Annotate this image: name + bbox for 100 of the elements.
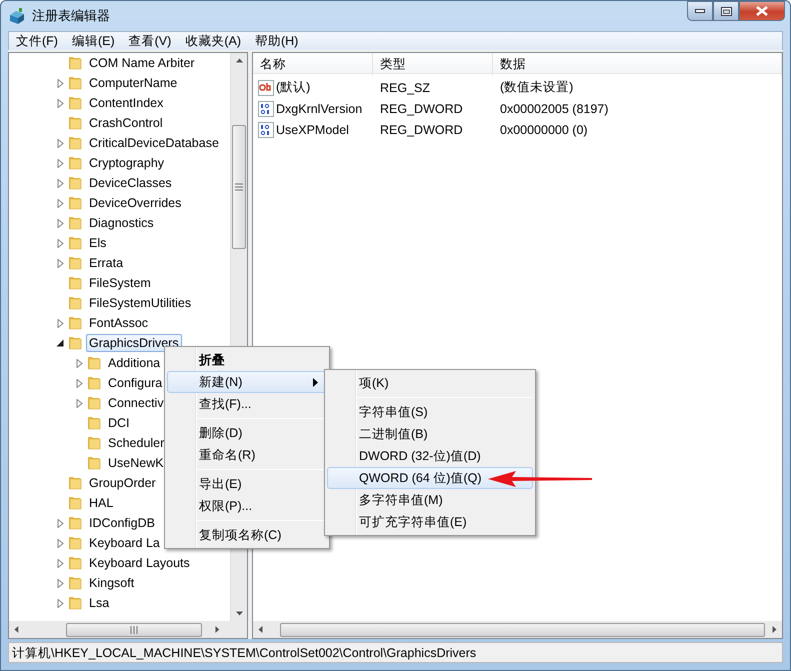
tree-row[interactable]: ContentIndex [9,93,230,113]
tree-item[interactable]: CrashControl [86,114,166,132]
scroll-right-icon[interactable] [771,626,778,633]
tree-item[interactable]: DeviceClasses [86,174,175,192]
tree-row[interactable]: FileSystemUtilities [9,293,230,313]
scroll-down-icon[interactable] [236,610,242,617]
menu-bar-item[interactable]: 帮助(H) [248,32,306,50]
tree-row[interactable]: Errata [9,253,230,273]
tree-row[interactable]: Keyboard Layouts [9,553,230,573]
column-header[interactable]: 类型 [373,53,493,76]
tree-item[interactable]: Kingsoft [86,574,138,592]
expand-icon[interactable] [76,398,82,408]
column-header[interactable]: 数据 [493,53,782,76]
menu-item[interactable]: 新建(N) [167,371,327,393]
expand-icon[interactable] [56,558,64,568]
expand-icon[interactable] [56,318,64,328]
value-name[interactable]: (默认) [276,79,310,96]
minimize-button[interactable] [687,1,713,21]
value-name[interactable]: DxgKrnlVersion [276,102,362,116]
scroll-thumb[interactable] [232,125,246,249]
expand-icon[interactable] [56,258,64,268]
menu-item[interactable]: QWORD (64 位)值(Q) [327,467,533,489]
menu-item[interactable]: 删除(D) [167,422,327,444]
tree-row[interactable]: CrashControl [9,113,230,133]
expand-icon[interactable] [56,598,64,608]
horizontal-scrollbar[interactable] [253,621,782,638]
tree-item[interactable]: Scheduler [105,434,168,452]
tree-item[interactable]: ContentIndex [86,94,166,112]
expand-icon[interactable] [56,238,64,248]
tree-row[interactable]: FileSystem [9,273,230,293]
scroll-up-icon[interactable] [236,57,242,64]
expand-icon[interactable] [56,218,64,228]
tree-item[interactable]: Lsa [86,594,112,612]
tree-row[interactable]: DeviceOverrides [9,193,230,213]
tree-row[interactable]: FontAssoc [9,313,230,333]
expand-icon[interactable] [56,578,64,588]
tree-row[interactable]: Cryptography [9,153,230,173]
tree-item[interactable]: Additiona [105,354,164,372]
menu-item[interactable]: 复制项名称(C) [167,524,327,546]
menu-bar-item[interactable]: 收藏夹(A) [178,32,248,50]
expand-icon[interactable] [56,518,64,528]
expand-icon[interactable] [56,138,64,148]
close-button[interactable] [739,1,785,21]
menu-item[interactable]: 重命名(R) [167,444,327,466]
tree-item[interactable]: Cryptography [86,154,168,172]
scroll-right-icon[interactable] [214,626,221,633]
tree-item[interactable]: Keyboard Layouts [86,554,193,572]
expand-icon[interactable] [56,158,64,168]
tree-item[interactable]: ComputerName [86,74,180,92]
tree-row[interactable]: Els [9,233,230,253]
menu-item[interactable]: 查找(F)... [167,393,327,415]
tree-row[interactable]: COM Name Arbiter [9,53,230,73]
menu-item[interactable]: DWORD (32-位)值(D) [327,445,533,467]
tree-item[interactable]: Configura [105,374,166,392]
tree-item[interactable]: HAL [86,494,116,512]
scroll-left-icon[interactable] [257,626,264,633]
scroll-left-icon[interactable] [13,626,20,633]
expand-icon[interactable] [76,358,82,368]
tree-item[interactable]: CriticalDeviceDatabase [86,134,222,152]
tree-row[interactable]: DeviceClasses [9,173,230,193]
tree-item[interactable]: UseNewK [105,454,167,472]
tree-item[interactable]: FileSystem [86,274,154,292]
menu-item[interactable]: 二进制值(B) [327,423,533,445]
menu-item[interactable]: 项(K) [327,372,533,394]
tree-item[interactable]: Errata [86,254,126,272]
tree-item[interactable]: DCI [105,414,133,432]
tree-item[interactable]: Els [86,234,110,252]
expand-icon[interactable] [56,78,64,88]
menu-item[interactable]: 可扩充字符串值(E) [327,511,533,533]
expand-icon[interactable] [76,378,82,388]
menu-bar-item[interactable]: 编辑(E) [64,32,122,50]
expand-icon[interactable] [56,538,64,548]
tree-item[interactable]: GroupOrder [86,474,159,492]
menu-bar-item[interactable]: 查看(V) [122,32,178,50]
tree-row[interactable]: CriticalDeviceDatabase [9,133,230,153]
tree-row[interactable]: Diagnostics [9,213,230,233]
tree-row[interactable]: ComputerName [9,73,230,93]
tree-item[interactable]: COM Name Arbiter [86,54,198,72]
menu-item[interactable]: 权限(P)... [167,495,327,517]
tree-item[interactable]: IDConfigDB [86,514,158,532]
tree-item[interactable]: Connectiv [105,394,167,412]
menu-item[interactable]: 多字符串值(M) [327,489,533,511]
tree-row[interactable]: Lsa [9,593,230,613]
horizontal-scrollbar[interactable] [9,621,247,638]
expand-icon[interactable] [56,98,64,108]
collapse-icon[interactable] [56,339,64,347]
expand-icon[interactable] [56,178,64,188]
tree-row[interactable]: Kingsoft [9,573,230,593]
value-name[interactable]: UseXPModel [276,122,349,136]
column-header[interactable]: 名称 [253,53,373,76]
menu-item[interactable]: 字符串值(S) [327,401,533,423]
tree-item[interactable]: GraphicsDrivers [86,334,182,352]
tree-item[interactable]: Keyboard La [86,534,163,552]
tree-item[interactable]: FileSystemUtilities [86,294,194,312]
scroll-thumb[interactable] [280,622,765,636]
tree-item[interactable]: FontAssoc [86,314,152,332]
expand-icon[interactable] [56,198,64,208]
tree-item[interactable]: Diagnostics [86,214,157,232]
tree-item[interactable]: DeviceOverrides [86,194,184,212]
maximize-button[interactable] [713,1,739,21]
